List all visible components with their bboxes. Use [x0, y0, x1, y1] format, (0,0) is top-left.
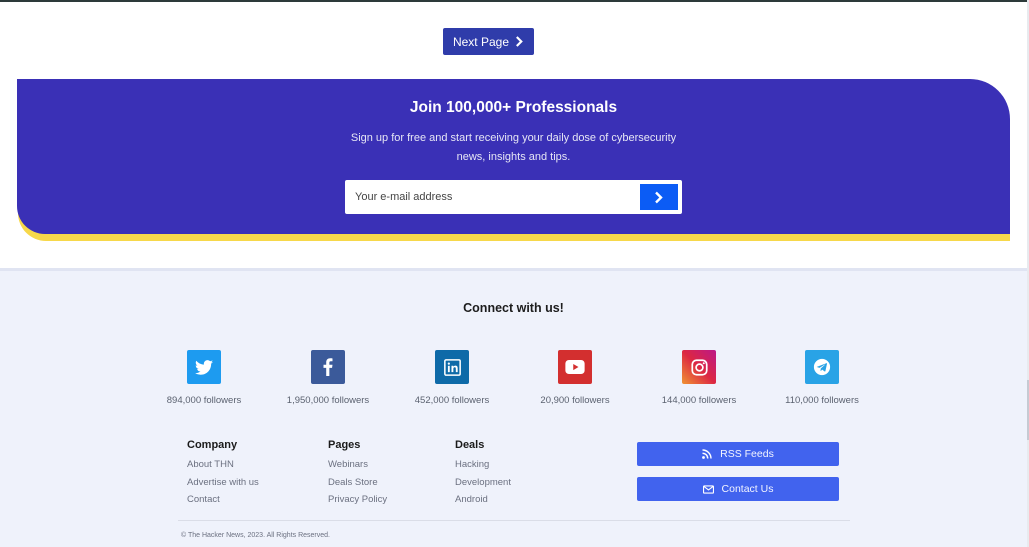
footer-link-advertise[interactable]: Advertise with us [187, 474, 259, 492]
footer-divider [178, 520, 850, 521]
footer-column-heading: Deals [455, 439, 485, 451]
connect-title: Connect with us! [463, 301, 564, 315]
footer-link-about[interactable]: About THN [187, 456, 259, 474]
facebook-icon[interactable] [311, 350, 345, 384]
email-input[interactable] [345, 180, 635, 214]
copyright-text: © The Hacker News, 2023. All Rights Rese… [181, 532, 330, 539]
footer-link-webinars[interactable]: Webinars [328, 456, 387, 474]
contact-us-label: Contact Us [721, 483, 774, 495]
linkedin-icon[interactable] [435, 350, 469, 384]
social-twitter[interactable]: 894,000 followers [139, 350, 269, 406]
site-footer: Connect with us! 894,000 followers 1,950… [0, 268, 1027, 547]
rss-icon [702, 449, 712, 459]
footer-column-heading: Pages [328, 439, 361, 451]
footer-link-android[interactable]: Android [455, 491, 511, 509]
social-linkedin[interactable]: 452,000 followers [387, 350, 517, 406]
telegram-followers: 110,000 followers [785, 395, 859, 406]
social-instagram[interactable]: 144,000 followers [634, 350, 764, 406]
footer-column-heading: Company [187, 439, 238, 451]
telegram-icon[interactable] [805, 350, 839, 384]
next-page-label: Next Page [452, 34, 510, 49]
instagram-followers: 144,000 followers [661, 395, 737, 406]
footer-link-contact[interactable]: Contact [187, 491, 259, 509]
envelope-icon [702, 484, 714, 494]
newsletter-form [345, 180, 682, 214]
page: Next Page Join 100,000+ Professionals Si… [0, 0, 1027, 547]
footer-column-company: Company About THN Advertise with us Cont… [187, 439, 259, 509]
twitter-icon[interactable] [187, 350, 221, 384]
newsletter-title: Join 100,000+ Professionals [409, 99, 618, 116]
newsletter-banner: Join 100,000+ Professionals Sign up for … [17, 79, 1010, 234]
footer-link-hacking[interactable]: Hacking [455, 456, 511, 474]
next-page-button[interactable]: Next Page [443, 28, 534, 55]
social-youtube[interactable]: 20,900 followers [510, 350, 640, 406]
social-facebook[interactable]: 1,950,000 followers [263, 350, 393, 406]
rss-feeds-button[interactable]: RSS Feeds [637, 442, 839, 466]
footer-link-development[interactable]: Development [455, 474, 511, 492]
social-telegram[interactable]: 110,000 followers [757, 350, 887, 406]
twitter-followers: 894,000 followers [166, 395, 242, 406]
newsletter-description: Sign up for free and start receiving you… [350, 132, 677, 163]
chevron-right-icon [516, 36, 523, 47]
contact-us-button[interactable]: Contact Us [637, 477, 839, 501]
chevron-right-icon [655, 191, 663, 203]
rss-feeds-label: RSS Feeds [720, 448, 774, 460]
subscribe-button[interactable] [640, 184, 678, 210]
footer-column-deals: Deals Hacking Development Android [455, 439, 511, 509]
youtube-icon[interactable] [558, 350, 592, 384]
facebook-followers: 1,950,000 followers [286, 395, 370, 406]
youtube-followers: 20,900 followers [540, 395, 610, 406]
footer-link-deals-store[interactable]: Deals Store [328, 474, 387, 492]
instagram-icon[interactable] [682, 350, 716, 384]
linkedin-followers: 452,000 followers [414, 395, 490, 406]
footer-column-pages: Pages Webinars Deals Store Privacy Polic… [328, 439, 387, 509]
footer-link-privacy-policy[interactable]: Privacy Policy [328, 491, 387, 509]
